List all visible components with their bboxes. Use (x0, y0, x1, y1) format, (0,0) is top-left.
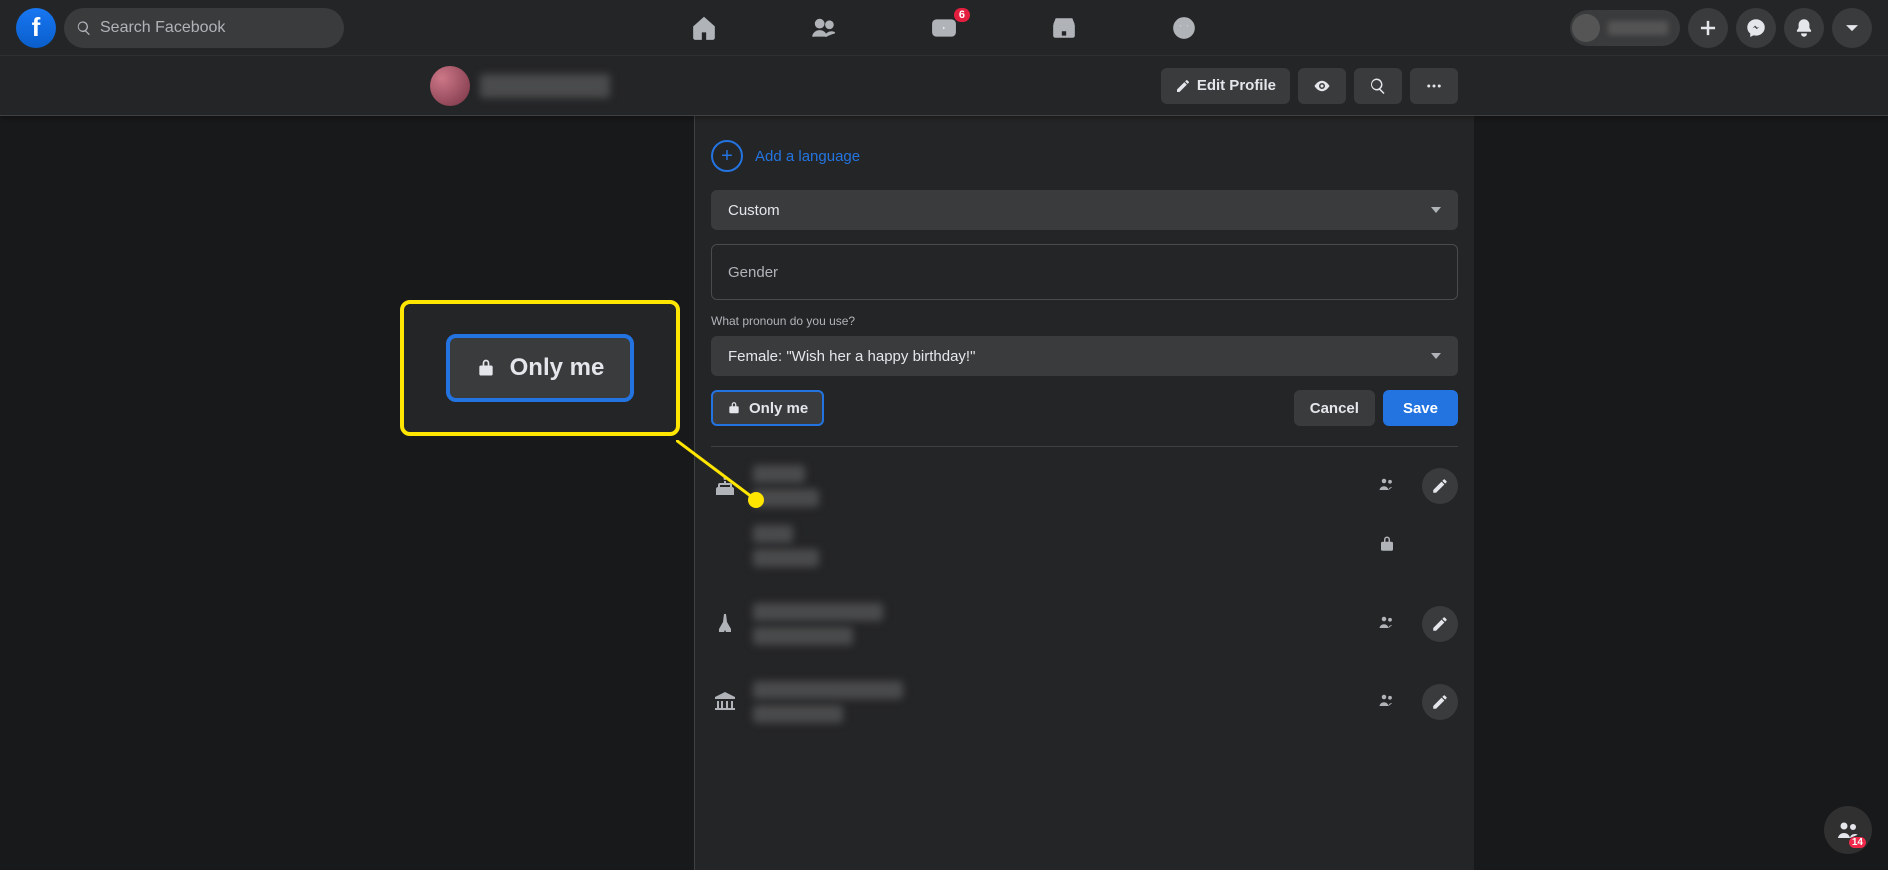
about-sidebar (414, 116, 694, 870)
pronoun-value: Female: "Wish her a happy birthday!" (728, 348, 975, 365)
save-button[interactable]: Save (1383, 390, 1458, 426)
home-icon (691, 15, 717, 41)
profile-search-button[interactable] (1354, 68, 1402, 104)
political-row (711, 663, 1458, 741)
top-header: f Search Facebook 6 (0, 0, 1888, 56)
edit-profile-label: Edit Profile (1197, 77, 1276, 94)
pencil-icon (1431, 615, 1449, 633)
messenger-button[interactable] (1736, 8, 1776, 48)
header-right (1570, 8, 1872, 48)
gender-custom-value: Custom (728, 202, 780, 219)
nav-friends[interactable] (768, 4, 880, 52)
gender-text-input[interactable]: Gender (711, 244, 1458, 300)
watch-badge: 6 (954, 8, 970, 22)
add-language-label: Add a language (755, 148, 860, 165)
add-language-link[interactable]: + Add a language (711, 140, 1458, 172)
profile-more-button[interactable] (1410, 68, 1458, 104)
political-value-redacted (753, 681, 903, 723)
save-label: Save (1403, 400, 1438, 417)
notifications-button[interactable] (1784, 8, 1824, 48)
view-as-button[interactable] (1298, 68, 1346, 104)
create-button[interactable] (1688, 8, 1728, 48)
edit-political-button[interactable] (1422, 684, 1458, 720)
pencil-icon (1431, 693, 1449, 711)
cancel-button[interactable]: Cancel (1294, 390, 1375, 426)
profile-avatar[interactable] (430, 66, 470, 106)
bell-icon (1794, 18, 1814, 38)
religion-row (711, 585, 1458, 663)
nav-watch[interactable]: 6 (888, 4, 1000, 52)
friends-audience-icon (1378, 613, 1396, 636)
callout-only-me-button: Only me (446, 334, 635, 402)
nav-home[interactable] (648, 4, 760, 52)
pronoun-select[interactable]: Female: "Wish her a happy birthday!" (711, 336, 1458, 376)
caret-down-icon (1842, 18, 1862, 38)
caret-down-icon (1431, 353, 1441, 359)
about-content: + Add a language Custom Gender What pron… (414, 116, 1474, 870)
only-me-label: Only me (749, 400, 808, 417)
about-basic-info: + Add a language Custom Gender What pron… (694, 116, 1474, 870)
marketplace-icon (1051, 15, 1077, 41)
lock-icon (727, 401, 741, 415)
search-input[interactable]: Search Facebook (64, 8, 344, 48)
eye-icon (1313, 77, 1331, 95)
gender-action-row: Only me Cancel Save (711, 390, 1458, 447)
birthday-row (711, 447, 1458, 525)
gender-custom-select[interactable]: Custom (711, 190, 1458, 230)
caret-down-icon (1431, 207, 1441, 213)
cake-icon (711, 474, 739, 498)
edit-profile-button[interactable]: Edit Profile (1161, 68, 1290, 104)
plus-circle-icon: + (711, 140, 743, 172)
cancel-label: Cancel (1310, 400, 1359, 417)
groups-icon (1171, 15, 1197, 41)
watch-icon (931, 15, 957, 41)
dots-icon (1425, 77, 1443, 95)
religion-value-redacted (753, 603, 883, 645)
audience-only-me-button[interactable]: Only me (711, 390, 824, 426)
birthyear-row (711, 525, 1458, 585)
pencil-icon (1431, 477, 1449, 495)
center-nav: 6 (648, 0, 1240, 56)
plus-icon (1698, 18, 1718, 38)
facebook-logo[interactable]: f (16, 8, 56, 48)
nav-marketplace[interactable] (1008, 4, 1120, 52)
friends-icon (811, 15, 837, 41)
search-icon (76, 20, 92, 36)
birthday-value-redacted (753, 465, 819, 507)
fab-badge: 14 (1849, 837, 1866, 848)
search-placeholder: Search Facebook (100, 19, 225, 37)
pray-icon (711, 612, 739, 636)
edit-religion-button[interactable] (1422, 606, 1458, 642)
profile-name-redacted (1608, 21, 1668, 35)
birthyear-value-redacted (753, 525, 819, 567)
avatar (1572, 14, 1600, 42)
account-menu-button[interactable] (1832, 8, 1872, 48)
profile-sub-bar: Edit Profile (0, 56, 1888, 116)
messenger-icon (1746, 18, 1766, 38)
pencil-icon (1175, 78, 1191, 94)
pronoun-label: What pronoun do you use? (711, 314, 1458, 328)
only-me-audience-icon (1378, 535, 1396, 558)
nav-groups[interactable] (1128, 4, 1240, 52)
gender-placeholder: Gender (728, 264, 778, 281)
lock-icon (476, 358, 496, 378)
friends-audience-icon (1378, 475, 1396, 498)
bank-icon (711, 690, 739, 714)
edit-birthday-button[interactable] (1422, 468, 1458, 504)
annotation-callout: Only me (400, 300, 680, 436)
profile-name-redacted (480, 74, 610, 98)
search-icon (1369, 77, 1387, 95)
friends-audience-icon (1378, 691, 1396, 714)
header-profile-chip[interactable] (1570, 10, 1680, 46)
new-message-fab[interactable]: 14 (1824, 806, 1872, 854)
callout-only-me-label: Only me (510, 354, 605, 382)
